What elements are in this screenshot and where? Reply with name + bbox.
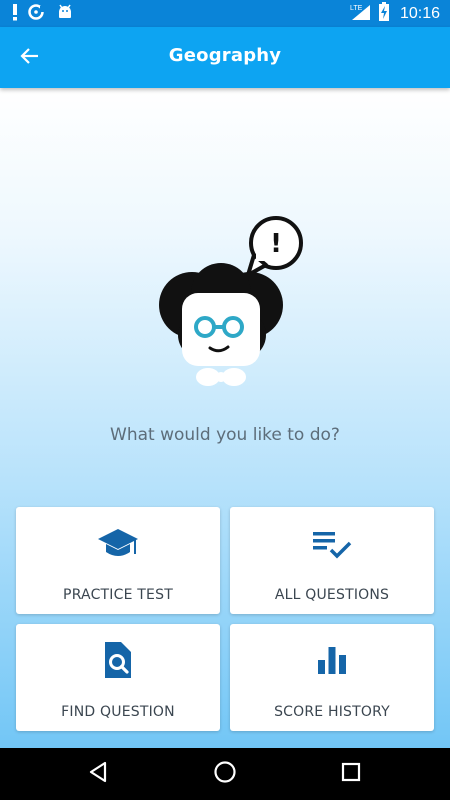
list-check-icon <box>230 523 434 563</box>
signal-icon: LTE <box>350 3 372 26</box>
file-search-icon <box>16 640 220 680</box>
find-question-button[interactable]: FIND QUESTION <box>16 624 220 731</box>
mascot-illustration: ! <box>150 213 310 393</box>
prompt-text: What would you like to do? <box>110 425 340 445</box>
home-circle-icon <box>213 760 237 789</box>
practice-test-label: PRACTICE TEST <box>63 587 173 603</box>
recents-square-icon <box>340 761 362 788</box>
system-nav-bar <box>0 748 450 800</box>
all-questions-button[interactable]: ALL QUESTIONS <box>230 507 434 614</box>
nav-back-button[interactable] <box>85 761 111 787</box>
page-title: Geography <box>168 45 282 66</box>
nav-home-button[interactable] <box>212 760 238 789</box>
android-icon <box>56 3 74 26</box>
app-bar: Geography <box>0 27 450 88</box>
score-history-label: SCORE HISTORY <box>274 704 390 720</box>
status-left-icons <box>12 3 74 25</box>
battery-charging-icon <box>378 1 390 27</box>
practice-test-button[interactable]: PRACTICE TEST <box>16 507 220 614</box>
network-label: LTE <box>350 5 363 12</box>
alert-icon <box>12 3 18 26</box>
status-right-icons: LTE 10:16 <box>350 1 440 27</box>
nav-recents-button[interactable] <box>338 761 364 787</box>
status-time: 10:16 <box>399 5 440 22</box>
graduation-cap-icon <box>16 523 220 563</box>
main-content: ! What would you like to do? PRACTICE TE… <box>0 88 450 748</box>
sync-icon <box>28 3 46 26</box>
speech-bubble-text: ! <box>270 229 282 259</box>
status-bar: LTE 10:16 <box>0 0 450 27</box>
find-question-label: FIND QUESTION <box>61 704 175 720</box>
speech-bubble-icon: ! <box>246 216 303 277</box>
bar-chart-icon <box>230 640 434 680</box>
mascot-bowtie <box>196 368 246 386</box>
score-history-button[interactable]: SCORE HISTORY <box>230 624 434 731</box>
all-questions-label: ALL QUESTIONS <box>274 587 390 603</box>
back-triangle-icon <box>87 761 109 788</box>
